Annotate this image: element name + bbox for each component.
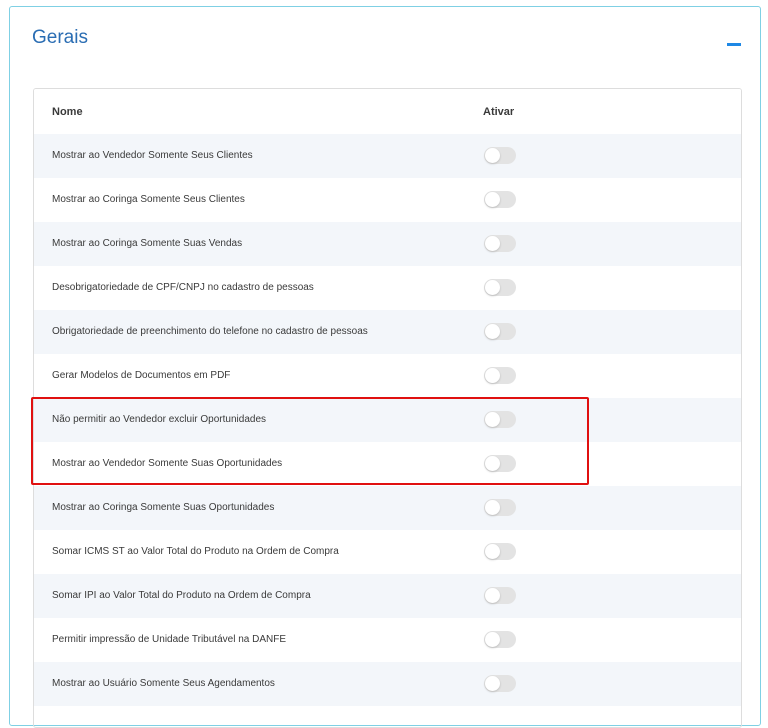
setting-label: Mostrar ao Usuário Somente Seus Agendame…: [52, 678, 275, 689]
setting-label: Desobrigatoriedade de CPF/CNPJ no cadast…: [52, 282, 314, 293]
setting-toggle-switch[interactable]: [484, 499, 516, 516]
setting-label: Gerar Modelos de Documentos em PDF: [52, 370, 231, 381]
panel-title: Gerais: [32, 27, 88, 48]
setting-toggle-switch[interactable]: [484, 675, 516, 692]
setting-toggle-switch[interactable]: [484, 147, 516, 164]
table-row: Somar ICMS ST ao Valor Total do Produto …: [34, 530, 741, 574]
settings-panel: Gerais Nome Ativar Mostrar ao Vendedor S…: [9, 6, 761, 728]
toggle-knob: [485, 192, 500, 207]
table-row: Obrigatoriedade de preenchimento do tele…: [34, 310, 741, 354]
setting-toggle-switch[interactable]: [484, 631, 516, 648]
toggle-knob: [485, 676, 500, 691]
setting-label: Mostrar ao Coringa Somente Suas Vendas: [52, 238, 243, 249]
toggle-knob: [485, 544, 500, 559]
table-row: Somar IPI ao Valor Total do Produto na O…: [34, 574, 741, 618]
table-row: Não permitir ao Vendedor excluir Oportun…: [34, 398, 741, 442]
toggle-knob: [485, 412, 500, 427]
collapse-minus-icon[interactable]: [727, 43, 741, 46]
setting-label: Mostrar ao Coringa Somente Suas Oportuni…: [52, 502, 275, 513]
table-row: Mostrar ao Vendedor Somente Seus Cliente…: [34, 134, 741, 178]
table-row: Mostrar ao Usuário Somente Seus Agendame…: [34, 662, 741, 706]
table-row: Mostrar ao Coringa Somente Suas Vendas: [34, 222, 741, 266]
toggle-knob: [485, 148, 500, 163]
table-row: Mostrar ao Coringa Somente Suas Oportuni…: [34, 486, 741, 530]
column-header-name: Nome: [52, 106, 83, 118]
table-row: Mostrar ao Vendedor Somente Suas Oportun…: [34, 442, 741, 486]
toggle-knob: [485, 280, 500, 295]
setting-label: Permitir impressão de Unidade Tributável…: [52, 634, 286, 645]
toggle-knob: [485, 588, 500, 603]
table-row: Mostrar ao Coringa Somente Seus Clientes: [34, 178, 741, 222]
setting-toggle-switch[interactable]: [484, 279, 516, 296]
setting-label: Somar IPI ao Valor Total do Produto na O…: [52, 590, 311, 601]
toggle-knob: [485, 500, 500, 515]
toggle-knob: [485, 456, 500, 471]
setting-toggle-switch[interactable]: [484, 323, 516, 340]
table-row: Permitir impressão de Unidade Tributável…: [34, 618, 741, 662]
settings-table: Nome Ativar Mostrar ao Vendedor Somente …: [33, 88, 742, 728]
toggle-knob: [485, 324, 500, 339]
table-row: Gerar Modelos de Documentos em PDF: [34, 354, 741, 398]
toggle-knob: [485, 368, 500, 383]
setting-toggle-switch[interactable]: [484, 191, 516, 208]
setting-label: Não permitir ao Vendedor excluir Oportun…: [52, 414, 267, 425]
column-header-toggle: Ativar: [483, 106, 515, 118]
setting-label: Somar ICMS ST ao Valor Total do Produto …: [52, 546, 339, 557]
setting-toggle-switch[interactable]: [484, 235, 516, 252]
setting-toggle-switch[interactable]: [484, 587, 516, 604]
toggle-knob: [485, 632, 500, 647]
setting-label: Mostrar ao Coringa Somente Seus Clientes: [52, 194, 245, 205]
table-header: Nome Ativar: [34, 89, 741, 134]
setting-toggle-switch[interactable]: [484, 411, 516, 428]
toggle-knob: [485, 236, 500, 251]
setting-label: Mostrar ao Vendedor Somente Seus Cliente…: [52, 150, 253, 161]
setting-toggle-switch[interactable]: [484, 367, 516, 384]
setting-toggle-switch[interactable]: [484, 543, 516, 560]
setting-toggle-switch[interactable]: [484, 455, 516, 472]
table-row: Desobrigatoriedade de CPF/CNPJ no cadast…: [34, 266, 741, 310]
setting-label: Mostrar ao Vendedor Somente Suas Oportun…: [52, 458, 283, 469]
setting-label: Obrigatoriedade de preenchimento do tele…: [52, 326, 368, 337]
